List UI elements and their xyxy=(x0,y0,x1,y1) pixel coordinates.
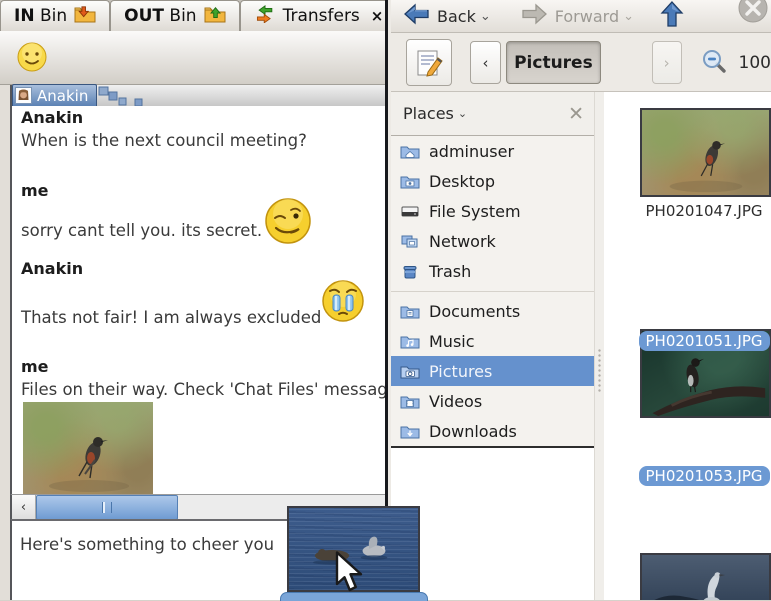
sidebar-item-file-system[interactable]: File System xyxy=(391,196,594,226)
pictures-folder-icon xyxy=(400,366,420,378)
places-title[interactable]: Places xyxy=(403,104,454,123)
fm-location-bar: ‹ Pictures › 100 xyxy=(391,34,771,92)
sidebar-item-videos[interactable]: Videos xyxy=(391,386,594,416)
sidebar-item-label: Documents xyxy=(429,301,521,321)
forward-chevron-icon: ⌄ xyxy=(623,8,634,24)
sidebar-item-label: Videos xyxy=(429,391,483,411)
up-icon[interactable] xyxy=(660,1,684,31)
back-icon[interactable] xyxy=(403,3,430,29)
fm-navigation-toolbar: Back ⌄ Forward ⌄ xyxy=(391,0,771,33)
back-label[interactable]: Back xyxy=(437,7,476,26)
avatar xyxy=(15,87,32,104)
chat-input-text: Here's something to cheer you xyxy=(20,535,275,554)
sidebar-item-label: File System xyxy=(429,201,521,221)
sidebar-item-label: Downloads xyxy=(429,421,517,441)
sidebar-item-music[interactable]: Music xyxy=(391,326,594,356)
downloads-folder-icon xyxy=(400,426,420,438)
file-thumbnail-3[interactable] xyxy=(640,553,771,600)
sidebar-item-trash[interactable]: Trash xyxy=(391,256,594,286)
back-chevron-icon[interactable]: ⌄ xyxy=(480,9,491,24)
forward-label: Forward xyxy=(554,6,620,26)
file-thumbnail-1[interactable] xyxy=(640,108,771,197)
conversation-tab-row: Anakin xyxy=(10,84,399,106)
message-text: Thats not fair! I am always excluded xyxy=(21,308,322,327)
sidebar-item-downloads[interactable]: Downloads xyxy=(391,416,594,446)
home-folder-icon xyxy=(400,146,420,158)
file-name[interactable]: PH0201047.JPG xyxy=(622,202,771,220)
transfers-icon xyxy=(254,4,276,28)
edit-note-icon xyxy=(417,50,443,77)
sidebar-item-label: Music xyxy=(429,331,475,351)
transfers-label: Transfers xyxy=(282,6,360,26)
conversation-tab[interactable]: Anakin xyxy=(12,84,98,106)
chat-toolbar xyxy=(0,31,397,85)
edit-location-button[interactable] xyxy=(406,39,453,86)
file-name[interactable]: PH0201051.JPG xyxy=(622,331,771,351)
folder-out-icon xyxy=(204,5,226,28)
desktop-folder-icon xyxy=(400,176,420,188)
tab-close-icon[interactable]: × xyxy=(371,7,384,25)
pixel-trail-decoration xyxy=(98,86,143,106)
crying-emoji xyxy=(320,278,366,328)
network-icon xyxy=(401,235,418,247)
sidebar-item-label: Desktop xyxy=(429,171,495,191)
scrollbar-thumb[interactable] xyxy=(36,495,178,520)
wink-emoji xyxy=(263,196,313,250)
message-sender: me xyxy=(21,357,49,376)
music-folder-icon xyxy=(400,336,420,348)
drive-icon xyxy=(401,206,419,216)
trash-icon xyxy=(403,265,417,278)
path-button-label: Pictures xyxy=(514,52,593,73)
places-header: Places ⌄ ✕ xyxy=(391,92,594,136)
path-right-glyph: › xyxy=(663,53,670,72)
bird-photo-attachment[interactable] xyxy=(23,402,153,494)
places-caret-icon[interactable]: ⌄ xyxy=(458,107,467,120)
path-scroll-right-button: › xyxy=(651,41,682,84)
pane-grip-dots xyxy=(597,348,603,392)
tab-transfers[interactable]: Transfers × xyxy=(239,0,398,31)
folder-in-icon xyxy=(74,5,96,28)
out-bin-label: OUT Bin xyxy=(124,6,197,26)
forward-icon xyxy=(521,3,548,29)
sidebar-item-documents[interactable]: Documents xyxy=(391,296,594,326)
file-manager-window: Back ⌄ Forward ⌄ ‹ Pictures › 100 Places… xyxy=(385,0,771,600)
message-sender: Anakin xyxy=(21,108,84,127)
path-button-pictures[interactable]: Pictures xyxy=(505,41,602,84)
sidebar-item-adminuser[interactable]: adminuser xyxy=(391,136,594,166)
places-sidebar: Places ⌄ ✕ adminuser Desktop File System… xyxy=(391,92,594,600)
path-left-glyph: ‹ xyxy=(482,53,489,72)
path-scroll-left-button[interactable]: ‹ xyxy=(470,41,501,84)
message-text: Files on their way. Check 'Chat Files' m… xyxy=(21,380,398,399)
chat-tab-bar: IN Bin OUT Bin Transfers × xyxy=(0,0,404,32)
scroll-left-button[interactable]: ‹ xyxy=(12,495,36,520)
tab-out-bin[interactable]: OUT Bin xyxy=(110,0,240,31)
sidebar-item-label: Network xyxy=(429,231,496,251)
file-name[interactable]: PH0201053.JPG xyxy=(622,466,771,486)
file-list[interactable]: PH0201047.JPG PH0201051.JPG PH0201053.JP… xyxy=(604,92,771,600)
videos-folder-icon xyxy=(400,396,420,408)
sidebar-item-label: Trash xyxy=(429,261,472,281)
sidebar-item-label: adminuser xyxy=(429,141,515,161)
zoom-out-icon[interactable] xyxy=(701,48,727,78)
message-area[interactable]: Anakin When is the next council meeting?… xyxy=(10,106,399,494)
sidebar-empty-area xyxy=(391,448,594,600)
sidebar-separator xyxy=(391,286,594,296)
zoom-level-value[interactable]: 100 xyxy=(739,53,771,73)
message-sender: Anakin xyxy=(21,259,84,278)
sidebar-item-label: Pictures xyxy=(429,361,493,381)
smiley-icon[interactable] xyxy=(16,41,48,73)
message-text: When is the next council meeting? xyxy=(21,131,307,150)
message-sender: me xyxy=(21,181,49,200)
sidebar-close-icon[interactable]: ✕ xyxy=(568,103,584,125)
documents-folder-icon xyxy=(400,306,420,318)
in-bin-label: IN Bin xyxy=(14,6,68,26)
tab-in-bin[interactable]: IN Bin xyxy=(0,0,111,31)
window-close-icon[interactable] xyxy=(737,0,769,28)
conversation-title: Anakin xyxy=(37,86,89,105)
message-text: sorry cant tell you. its secret. xyxy=(21,221,263,240)
sidebar-item-network[interactable]: Network xyxy=(391,226,594,256)
sidebar-item-desktop[interactable]: Desktop xyxy=(391,166,594,196)
sidebar-item-pictures[interactable]: Pictures xyxy=(391,356,594,386)
mouse-cursor xyxy=(335,551,363,592)
